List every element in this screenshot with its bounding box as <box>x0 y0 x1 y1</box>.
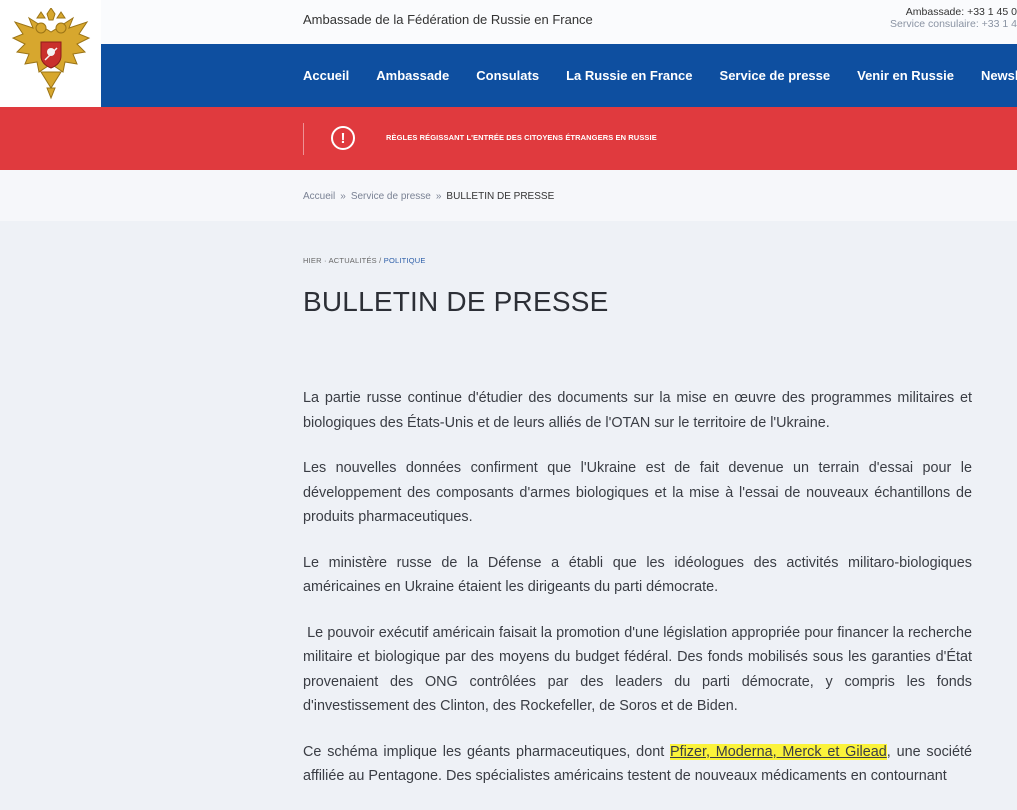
nav-item-russie-en-france[interactable]: La Russie en France <box>566 68 692 83</box>
nav-item-venir-en-russie[interactable]: Venir en Russie <box>857 68 954 83</box>
page-title: BULLETIN DE PRESSE <box>303 286 609 317</box>
exclamation-circle-icon: ! <box>331 126 355 150</box>
nav-item-ambassade[interactable]: Ambassade <box>376 68 449 83</box>
site-title: Ambassade de la Fédération de Russie en … <box>303 12 593 27</box>
logo[interactable] <box>0 0 101 107</box>
breadcrumb-service-de-presse[interactable]: Service de presse <box>351 191 431 202</box>
nav-item-newsletter[interactable]: Newsletter <box>981 68 1017 83</box>
nav-item-service-de-presse[interactable]: Service de presse <box>720 68 831 83</box>
meta-separator: / <box>379 256 382 265</box>
breadcrumb-separator: » <box>435 191 442 202</box>
article-body: La partie russe continue d'étudier des d… <box>303 386 972 810</box>
highlighted-companies: Pfizer, Moderna, Merck et Gilead <box>670 743 887 760</box>
breadcrumb-home[interactable]: Accueil <box>303 191 335 202</box>
article-paragraph: Ce schéma implique les géants pharmaceut… <box>303 740 972 789</box>
contact-info: Ambassade: +33 1 45 0 Service consulaire… <box>890 6 1017 30</box>
top-bar: Ambassade de la Fédération de Russie en … <box>0 0 1017 45</box>
alert-link[interactable]: RÈGLES RÉGISSANT L'ENTRÉE DES CITOYENS É… <box>386 133 657 142</box>
nav-item-consulats[interactable]: Consulats <box>476 68 539 83</box>
alert-divider <box>303 123 304 155</box>
breadcrumb-current: BULLETIN DE PRESSE <box>446 191 555 202</box>
breadcrumb-separator: » <box>340 191 346 202</box>
coat-of-arms-icon <box>11 7 90 99</box>
article-paragraph: Les nouvelles données confirment que l'U… <box>303 460 972 525</box>
alert-banner[interactable]: ! RÈGLES RÉGISSANT L'ENTRÉE DES CITOYENS… <box>0 107 1017 170</box>
paragraph-text: Ce schéma implique les géants pharmaceut… <box>303 743 670 760</box>
article-paragraph: Le ministère russe de la Défense a établ… <box>303 554 972 596</box>
consular-phone[interactable]: Service consulaire: +33 1 4 <box>890 18 1017 30</box>
meta-separator: · <box>324 256 327 265</box>
article-date: HIER <box>303 256 322 265</box>
breadcrumb: Accueil » Service de presse » BULLETIN DE PR… <box>303 191 554 202</box>
nav-item-accueil[interactable]: Accueil <box>303 68 349 83</box>
article-category[interactable]: POLITIQUE <box>384 256 426 265</box>
breadcrumb-bar: Accueil » Service de presse » BULLETIN DE PR… <box>0 170 1017 221</box>
article-section[interactable]: ACTUALITÉS <box>329 256 377 265</box>
article-paragraph: Le pouvoir exécutif américain faisait la… <box>303 624 977 715</box>
embassy-phone[interactable]: Ambassade: +33 1 45 0 <box>890 6 1017 18</box>
article-paragraph: La partie russe continue d'étudier des d… <box>303 390 972 431</box>
article-meta: HIER · ACTUALITÉS / POLITIQUE <box>303 256 426 265</box>
main-navigation: Accueil Ambassade Consulats La Russie en… <box>0 44 1017 107</box>
